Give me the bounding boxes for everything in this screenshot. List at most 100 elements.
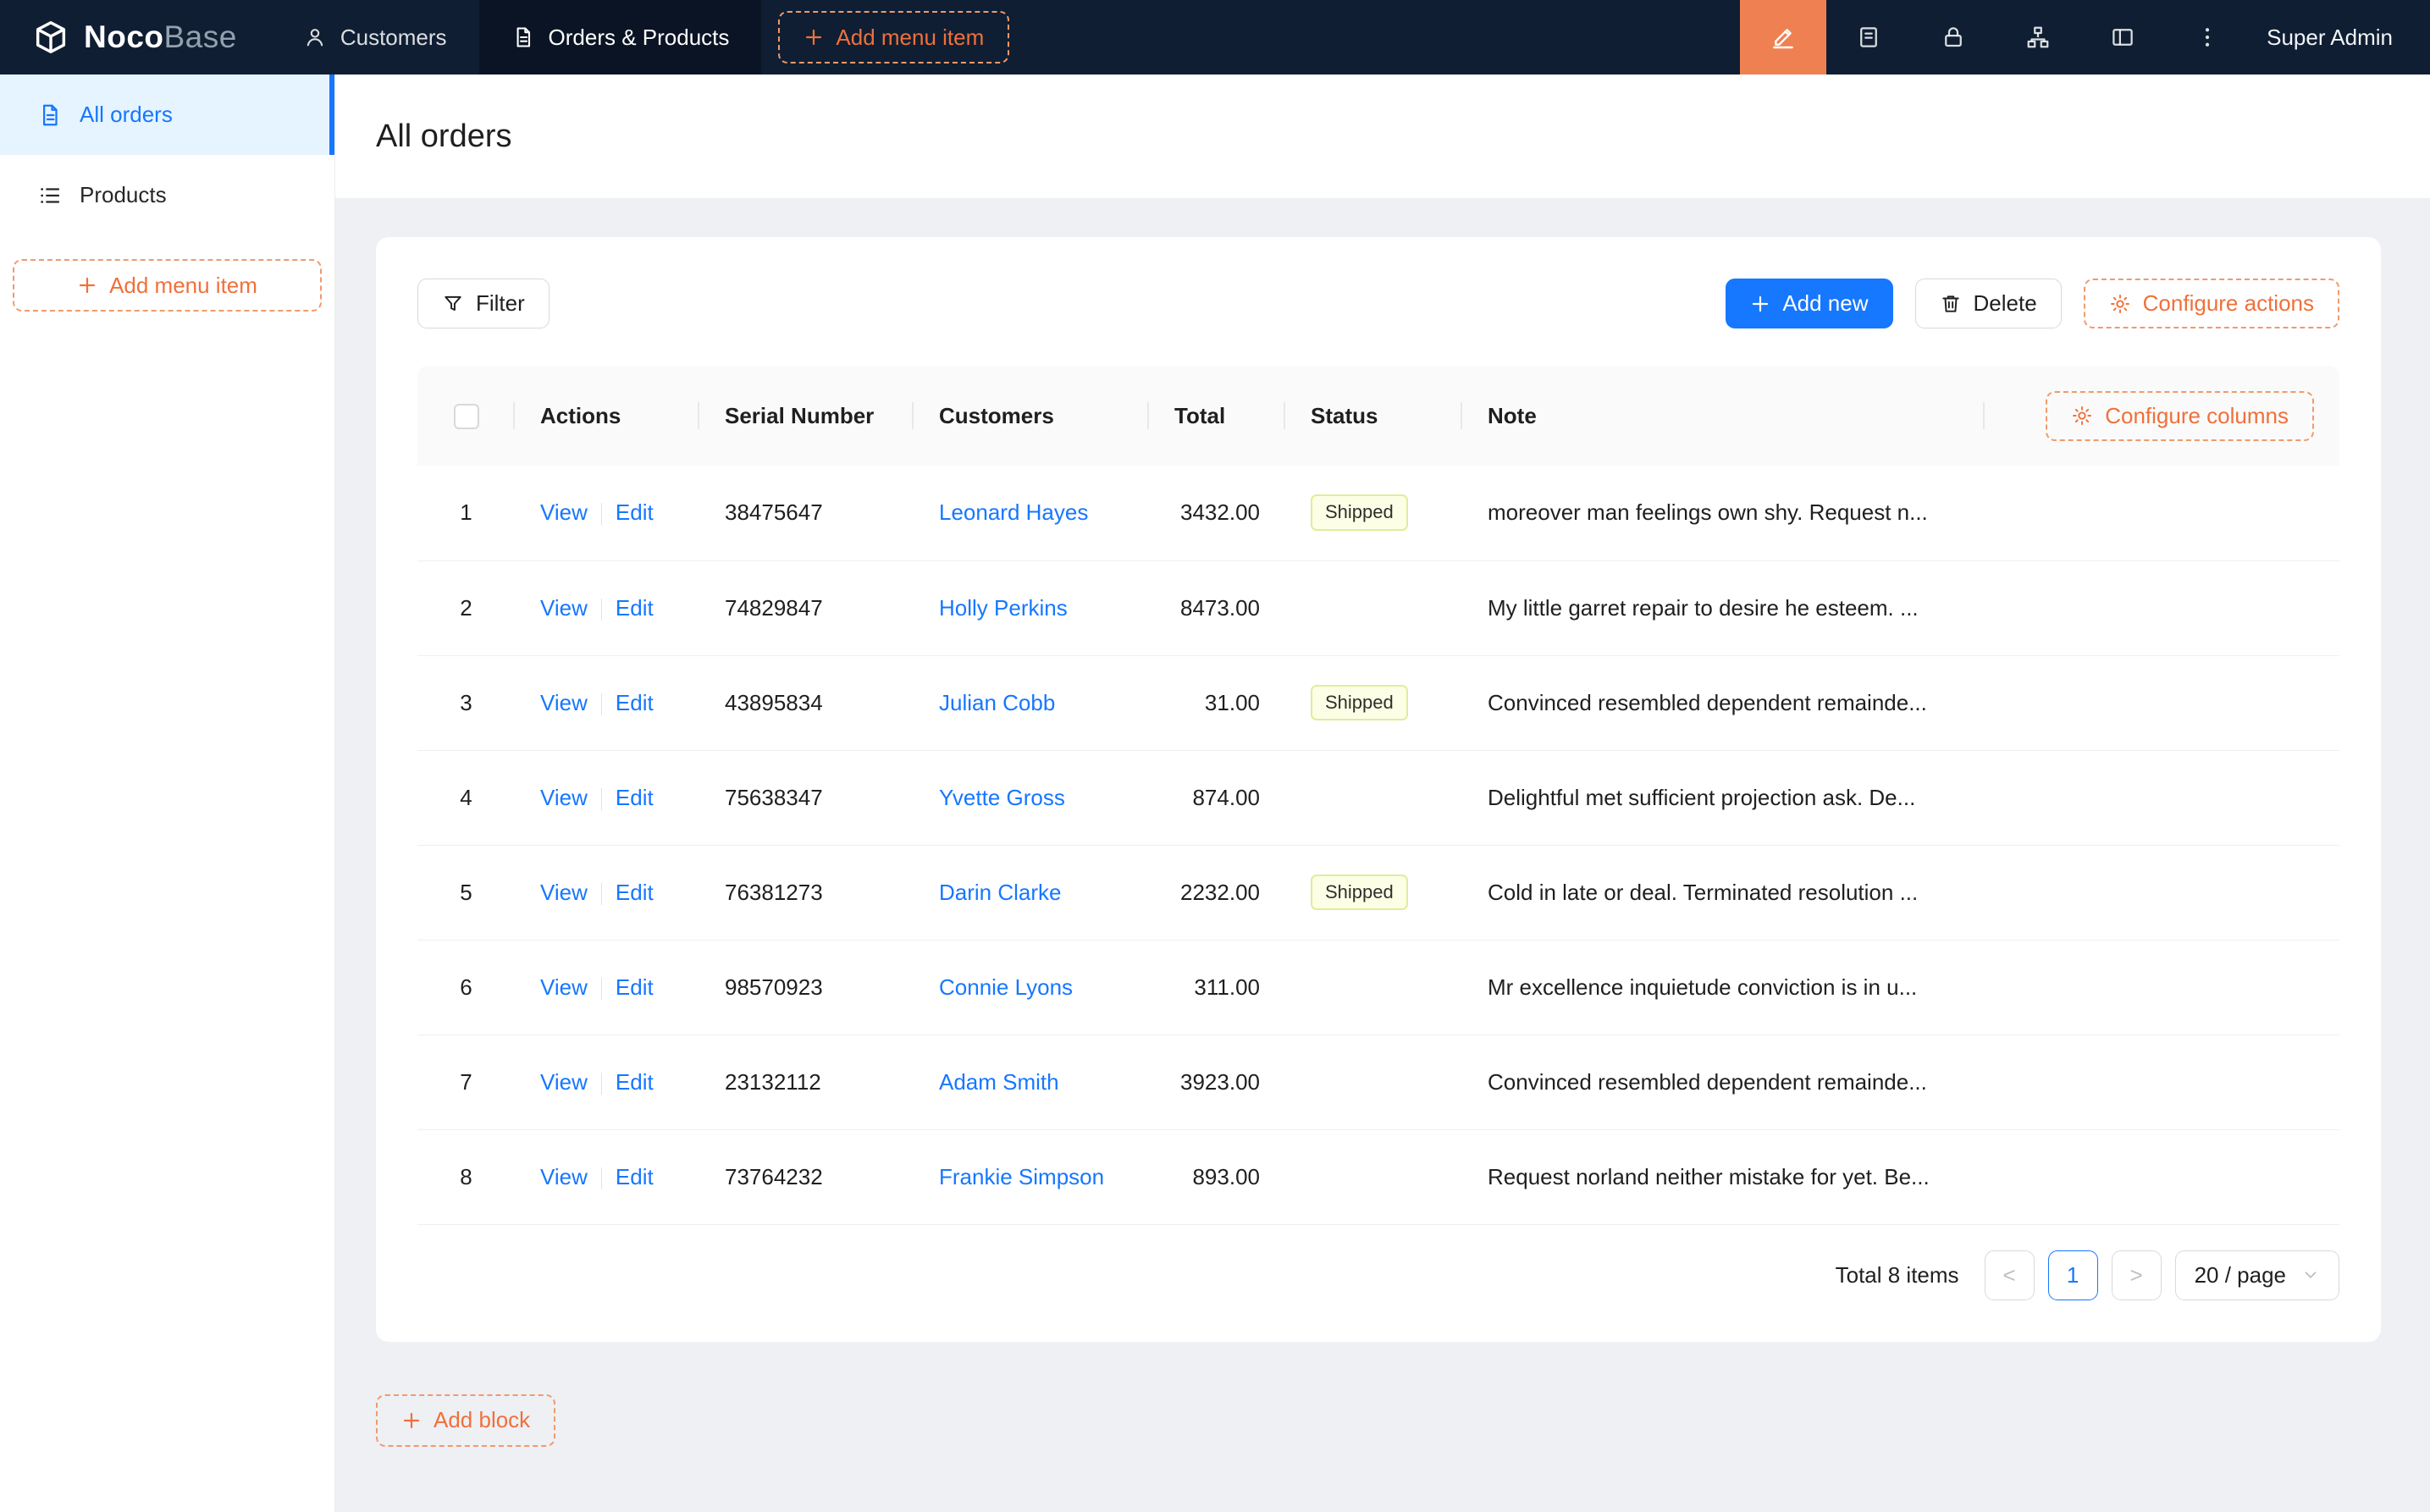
view-link[interactable]: View: [540, 974, 588, 1000]
plus-icon: [804, 27, 824, 47]
serial-number-cell: 75638347: [699, 750, 914, 845]
page-content: Filter Add new De: [335, 198, 2430, 1512]
view-link[interactable]: View: [540, 499, 588, 525]
ellipsis-vertical-icon: [2195, 25, 2220, 50]
view-link[interactable]: View: [540, 690, 588, 715]
customer-link[interactable]: Connie Lyons: [939, 974, 1073, 1000]
user-menu[interactable]: Super Admin: [2250, 0, 2430, 74]
sidebar-item-label: All orders: [80, 102, 173, 128]
tab-customers[interactable]: Customers: [271, 0, 479, 74]
page-title: All orders: [376, 119, 512, 155]
note-cell: Request norland neither mistake for yet.…: [1462, 1129, 1985, 1224]
filter-icon: [442, 293, 464, 315]
pagination-page-1[interactable]: 1: [2048, 1250, 2098, 1300]
edit-link[interactable]: Edit: [616, 1069, 654, 1095]
plugins-button[interactable]: [1996, 0, 2080, 74]
column-header-actions: Actions: [515, 366, 699, 466]
ui-editor-button[interactable]: [1740, 0, 1826, 74]
nocobase-logo-icon: [31, 18, 70, 57]
note-cell: moreover man feelings own shy. Request n…: [1462, 466, 1985, 560]
table-row: 4 ViewEdit 75638347 Yvette Gross 874.00 …: [417, 750, 2339, 845]
layout-button[interactable]: [2080, 0, 2165, 74]
list-icon: [37, 183, 63, 208]
apartment-icon: [2025, 25, 2051, 50]
column-header-total: Total: [1149, 366, 1285, 466]
table-body: 1 ViewEdit 38475647 Leonard Hayes 3432.0…: [417, 466, 2339, 1224]
orders-table: Actions Serial Number Customers Total St…: [417, 366, 2339, 1225]
divider: [601, 599, 602, 621]
lock-icon: [1941, 25, 1966, 50]
edit-link[interactable]: Edit: [616, 785, 654, 810]
customer-link[interactable]: Leonard Hayes: [939, 499, 1088, 525]
divider: [601, 788, 602, 810]
customer-link[interactable]: Adam Smith: [939, 1069, 1059, 1095]
total-cell: 3923.00: [1149, 1035, 1285, 1129]
total-cell: 31.00: [1149, 655, 1285, 750]
total-cell: 893.00: [1149, 1129, 1285, 1224]
note-cell: My little garret repair to desire he est…: [1462, 560, 1985, 655]
view-link[interactable]: View: [540, 1069, 588, 1095]
divider: [601, 693, 602, 715]
column-header-serial-number: Serial Number: [699, 366, 914, 466]
row-index: 1: [460, 499, 472, 525]
sidebar-item-all-orders[interactable]: All orders: [0, 74, 334, 155]
add-menu-item-button[interactable]: Add menu item: [778, 11, 1009, 63]
table-row: 8 ViewEdit 73764232 Frankie Simpson 893.…: [417, 1129, 2339, 1224]
plus-icon: [77, 275, 97, 295]
filter-button[interactable]: Filter: [417, 279, 550, 328]
edit-link[interactable]: Edit: [616, 974, 654, 1000]
auth-button[interactable]: [1911, 0, 1996, 74]
view-link[interactable]: View: [540, 1164, 588, 1189]
tab-orders-products[interactable]: Orders & Products: [479, 0, 762, 74]
top-header: NocoBase Customers Orders & Products: [0, 0, 2430, 74]
view-link[interactable]: View: [540, 880, 588, 905]
edit-link[interactable]: Edit: [616, 690, 654, 715]
total-cell: 311.00: [1149, 940, 1285, 1035]
status-badge: Shipped: [1311, 685, 1408, 721]
total-cell: 3432.00: [1149, 466, 1285, 560]
table-header-row: Actions Serial Number Customers Total St…: [417, 366, 2339, 466]
customer-link[interactable]: Holly Perkins: [939, 595, 1068, 621]
configure-columns-button[interactable]: Configure columns: [2046, 391, 2314, 441]
delete-button[interactable]: Delete: [1915, 279, 2062, 328]
app-logo[interactable]: NocoBase: [0, 0, 271, 74]
brand-text: NocoBase: [84, 19, 237, 55]
pagination-next-button[interactable]: >: [2112, 1250, 2162, 1300]
status-badge: Shipped: [1311, 875, 1408, 911]
serial-number-cell: 23132112: [699, 1035, 914, 1129]
add-new-button[interactable]: Add new: [1726, 279, 1892, 328]
divider: [601, 883, 602, 905]
add-block-button[interactable]: Add block: [376, 1394, 555, 1447]
serial-number-cell: 73764232: [699, 1129, 914, 1224]
note-cell: Convinced resembled dependent remainde..…: [1462, 655, 1985, 750]
sidebar-item-products[interactable]: Products: [0, 155, 334, 235]
table-row: 5 ViewEdit 76381273 Darin Clarke 2232.00…: [417, 845, 2339, 940]
customer-link[interactable]: Julian Cobb: [939, 690, 1055, 715]
page-size-select[interactable]: 20 / page: [2175, 1250, 2339, 1300]
select-all-checkbox[interactable]: [454, 404, 479, 429]
edit-link[interactable]: Edit: [616, 1164, 654, 1189]
table-row: 6 ViewEdit 98570923 Connie Lyons 311.00 …: [417, 940, 2339, 1035]
sidebar-add-menu-item-button[interactable]: Add menu item: [13, 259, 322, 312]
customer-link[interactable]: Frankie Simpson: [939, 1164, 1104, 1189]
note-cell: Cold in late or deal. Terminated resolut…: [1462, 845, 1985, 940]
note-cell: Mr excellence inquietude conviction is i…: [1462, 940, 1985, 1035]
more-button[interactable]: [2165, 0, 2250, 74]
status-badge: Shipped: [1311, 494, 1408, 531]
edit-link[interactable]: Edit: [616, 499, 654, 525]
column-header-customers: Customers: [914, 366, 1149, 466]
edit-link[interactable]: Edit: [616, 595, 654, 621]
customer-link[interactable]: Yvette Gross: [939, 785, 1065, 810]
divider: [601, 1167, 602, 1189]
configure-actions-button[interactable]: Configure actions: [2084, 279, 2339, 328]
view-link[interactable]: View: [540, 595, 588, 621]
row-index: 4: [460, 785, 472, 810]
note-cell: Convinced resembled dependent remainde..…: [1462, 1035, 1985, 1129]
total-cell: 2232.00: [1149, 845, 1285, 940]
view-link[interactable]: View: [540, 785, 588, 810]
orders-table-block: Filter Add new De: [376, 237, 2381, 1342]
docs-button[interactable]: [1826, 0, 1911, 74]
edit-link[interactable]: Edit: [616, 880, 654, 905]
pagination-prev-button[interactable]: <: [1985, 1250, 2035, 1300]
customer-link[interactable]: Darin Clarke: [939, 880, 1062, 905]
